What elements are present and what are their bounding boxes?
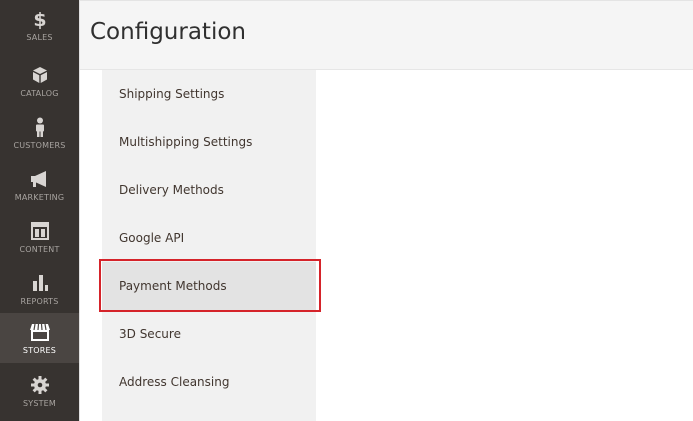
svg-text:$: $ [33, 9, 46, 29]
submenu-item-shipping-settings[interactable]: Shipping Settings [102, 70, 316, 118]
submenu-item-3d-secure[interactable]: 3D Secure [102, 310, 316, 358]
sidebar-item-label: SALES [26, 33, 53, 42]
sidebar-item-stores[interactable]: STORES [0, 313, 79, 363]
sidebar-item-label: CATALOG [20, 89, 59, 98]
config-submenu: Shipping Settings Multishipping Settings… [102, 70, 316, 421]
sidebar-item-reports[interactable]: REPORTS [0, 264, 79, 312]
page-title: Configuration [90, 19, 246, 45]
submenu-item-payment-methods[interactable]: Payment Methods [102, 262, 316, 310]
submenu-item-multishipping-settings[interactable]: Multishipping Settings [102, 118, 316, 166]
sidebar-item-label: CONTENT [19, 245, 60, 254]
dollar-icon: $ [32, 8, 48, 30]
submenu-item-address-cleansing[interactable]: Address Cleansing [102, 358, 316, 406]
submenu-item-google-api[interactable]: Google API [102, 214, 316, 262]
storefront-icon [29, 321, 51, 343]
sidebar-item-customers[interactable]: CUSTOMERS [0, 108, 79, 156]
submenu-item-delivery-methods[interactable]: Delivery Methods [102, 166, 316, 214]
gear-icon [30, 374, 49, 396]
layout-icon [30, 220, 49, 242]
sidebar-item-catalog[interactable]: CATALOG [0, 56, 79, 104]
bar-chart-icon [31, 272, 49, 294]
admin-page: $ SALES CATALOG CUSTOMERS MARKETING CONT… [0, 0, 693, 421]
sidebar-item-marketing[interactable]: MARKETING [0, 160, 79, 208]
sidebar-item-content[interactable]: CONTENT [0, 212, 79, 260]
sidebar-item-label: STORES [22, 346, 57, 355]
admin-sidebar: $ SALES CATALOG CUSTOMERS MARKETING CONT… [0, 0, 80, 421]
megaphone-icon [30, 168, 50, 190]
sidebar-item-label: REPORTS [20, 297, 59, 306]
sidebar-item-label: CUSTOMERS [13, 141, 66, 150]
person-icon [33, 116, 47, 138]
page-header: Configuration [80, 0, 693, 70]
sidebar-item-sales[interactable]: $ SALES [0, 0, 79, 50]
sidebar-item-system[interactable]: SYSTEM [0, 366, 79, 416]
sidebar-item-label: MARKETING [14, 193, 65, 202]
box-icon [32, 64, 48, 86]
sidebar-item-label: SYSTEM [22, 399, 57, 408]
